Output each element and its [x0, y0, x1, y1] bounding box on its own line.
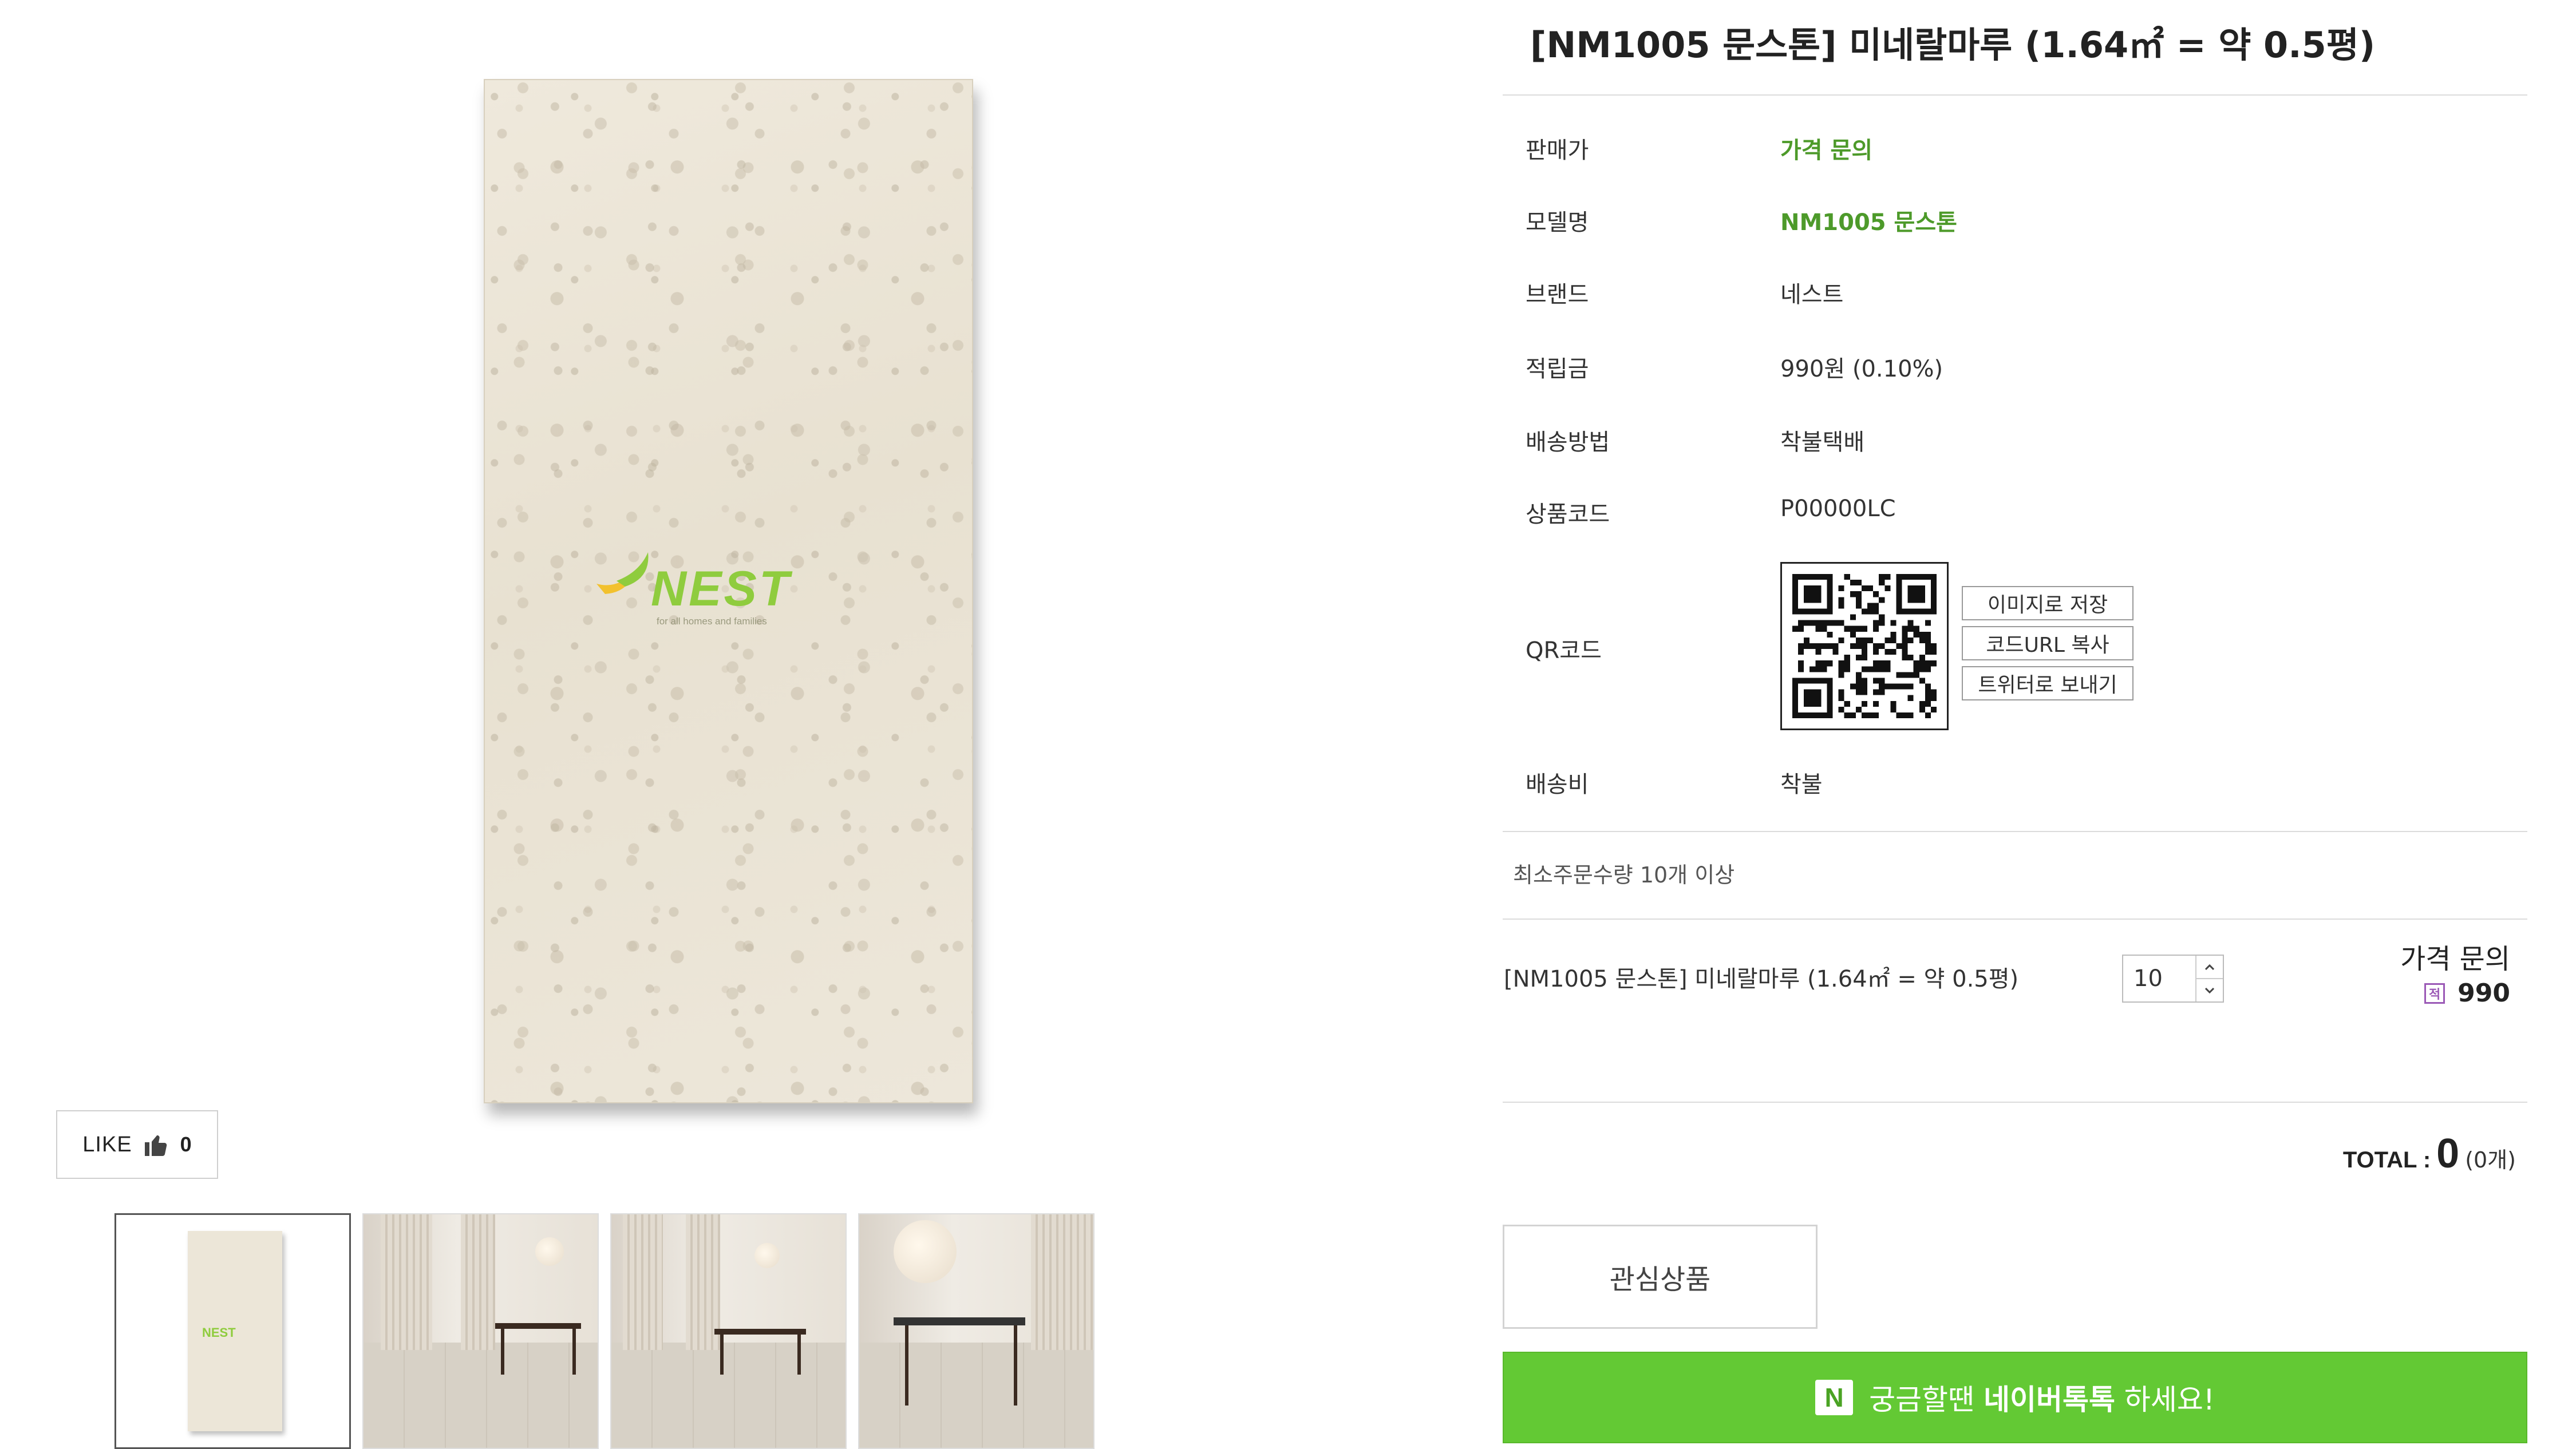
chevron-down-icon	[2205, 987, 2214, 993]
like-button[interactable]: LIKE 0	[56, 1110, 218, 1179]
divider	[1503, 831, 2527, 832]
quantity-input[interactable]	[2123, 956, 2196, 1001]
quantity-down-button[interactable]	[2196, 978, 2223, 1001]
room-photo	[611, 1214, 846, 1448]
like-label: LIKE	[82, 1132, 132, 1157]
spec-value: 착불	[1780, 771, 1823, 798]
naver-n-icon: N	[1815, 1380, 1854, 1415]
like-count: 0	[180, 1133, 192, 1156]
talktalk-strong: 네이버톡톡	[1983, 1383, 2115, 1416]
nest-logo-tagline: for all homes and families	[657, 616, 767, 627]
thumbs-up-icon	[144, 1135, 167, 1156]
tile-sample-image: NEST for all homes and families	[484, 79, 973, 1103]
spec-value: 990원 (0.10%)	[1780, 356, 1943, 382]
copy-code-url-button[interactable]: 코드URL 복사	[1962, 626, 2134, 660]
qr-code-icon	[1792, 574, 1937, 718]
mileage-value: 990	[2458, 979, 2510, 1008]
total-label: TOTAL :	[2342, 1147, 2431, 1173]
total-count: (0개)	[2465, 1147, 2516, 1173]
thumbnail-logo: NEST	[202, 1325, 236, 1340]
room-photo	[859, 1214, 1093, 1448]
quantity-up-button[interactable]	[2196, 956, 2223, 978]
spec-label: 상품코드	[1526, 501, 1610, 528]
spec-label: 배송비	[1526, 771, 1589, 798]
thumbnail-room-1[interactable]	[362, 1213, 599, 1449]
spec-value: 가격 문의	[1780, 137, 1873, 164]
divider	[1503, 1102, 2527, 1103]
spec-label: 적립금	[1526, 356, 1589, 382]
total-amount: 0	[2436, 1131, 2460, 1177]
room-photo	[364, 1214, 598, 1448]
option-price: 가격 문의	[2400, 943, 2510, 975]
option-mileage: 적 990	[2424, 979, 2510, 1008]
minimum-order-quantity: 최소주문수량 10개 이상	[1513, 862, 1735, 888]
product-title: [NM1005 문스톤] 미네랄마루 (1.64㎡ = 약 0.5평)	[1530, 24, 2376, 66]
save-qr-image-button[interactable]: 이미지로 저장	[1962, 586, 2134, 620]
naver-talktalk-button[interactable]: N 궁금할땐 네이버톡톡 하세요!	[1503, 1352, 2527, 1443]
spec-label: QR코드	[1526, 638, 1602, 664]
main-product-image: NEST for all homes and families	[0, 0, 1454, 1122]
spec-value: 착불택배	[1780, 429, 1865, 456]
thumbnail-room-2[interactable]	[610, 1213, 847, 1449]
quantity-stepper	[2122, 955, 2224, 1003]
total-price: TOTAL : 0 (0개)	[2343, 1130, 2516, 1177]
spec-label: 브랜드	[1526, 282, 1589, 308]
chevron-up-icon	[2205, 964, 2214, 970]
nest-logo: NEST for all homes and families	[594, 549, 846, 635]
thumbnail-tile[interactable]: NEST	[114, 1213, 351, 1449]
talktalk-suffix: 하세요!	[2124, 1383, 2215, 1416]
nest-logo-text: NEST	[651, 561, 792, 616]
talktalk-prefix: 궁금할땐	[1869, 1383, 1975, 1416]
talktalk-label: 궁금할땐 네이버톡톡 하세요!	[1869, 1377, 2215, 1418]
spec-label: 배송방법	[1526, 429, 1610, 456]
spec-label: 모델명	[1526, 209, 1589, 236]
spec-label: 판매가	[1526, 137, 1589, 164]
thumbnail-tile-sample: NEST	[188, 1231, 282, 1431]
thumbnail-strip: NEST	[114, 1213, 1095, 1449]
spec-value: P00000LC	[1780, 496, 1896, 522]
spec-value: NM1005 문스톤	[1780, 209, 1957, 236]
option-product-name: [NM1005 문스톤] 미네랄마루 (1.64㎡ = 약 0.5평)	[1504, 966, 2019, 992]
mileage-icon: 적	[2424, 983, 2445, 1004]
thumbnail-room-3[interactable]	[858, 1213, 1095, 1449]
wishlist-button[interactable]: 관심상품	[1503, 1225, 1818, 1329]
spec-value: 네스트	[1780, 282, 1844, 308]
divider	[1503, 94, 2527, 96]
send-twitter-button[interactable]: 트위터로 보내기	[1962, 666, 2134, 700]
divider	[1503, 919, 2527, 920]
qr-code-image	[1780, 562, 1949, 730]
